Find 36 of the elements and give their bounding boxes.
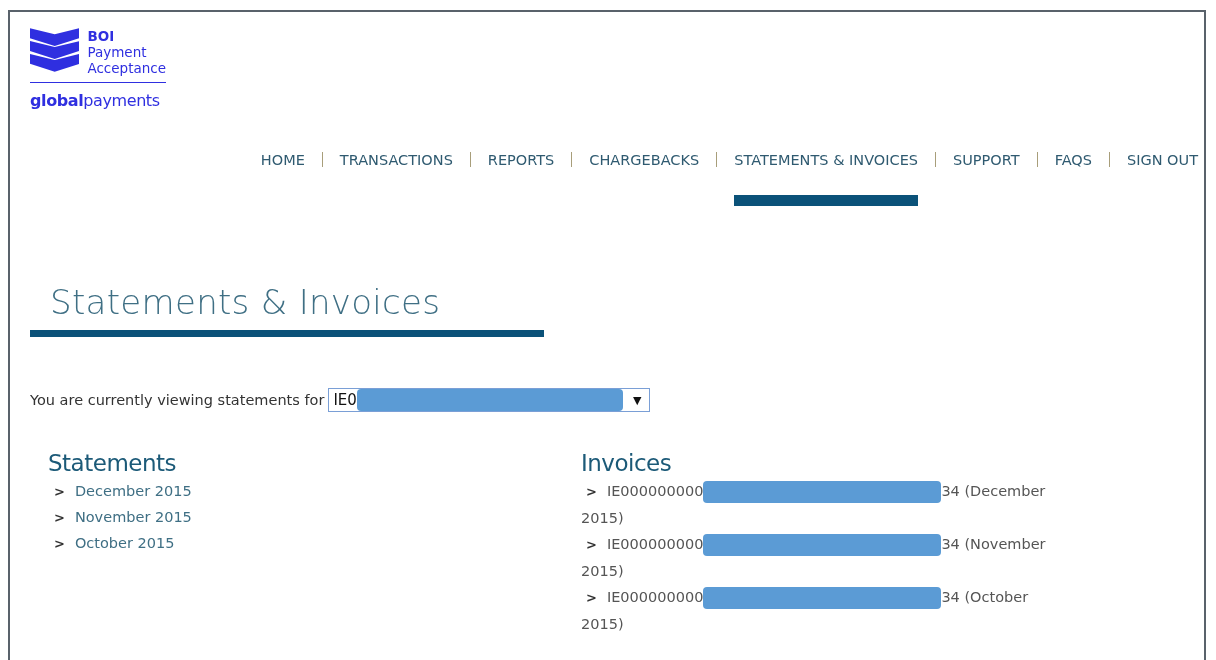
logo-text: Acceptance — [87, 60, 166, 76]
nav-tab[interactable]: SUPPORT — [953, 150, 1020, 206]
section-heading: Statements — [48, 450, 177, 478]
selector-label: You are currently viewing statements for — [30, 392, 325, 408]
invoice-id-prefix: IE000000000 — [606, 536, 704, 552]
invoice-link[interactable]: 34 (December — [941, 483, 1046, 499]
nav-tab[interactable]: REPORTS — [487, 150, 555, 206]
nav-tab[interactable]: SIGN OUT — [1126, 150, 1198, 206]
page-title: Statements & Invoices — [50, 282, 442, 324]
invoice-link[interactable]: 2015) — [581, 616, 624, 632]
statement-link[interactable]: December 2015 — [74, 483, 192, 499]
invoice-link[interactable]: 2015) — [581, 563, 624, 579]
bullet-marker: > — [586, 484, 597, 499]
invoice-id-prefix: IE000000000 — [606, 589, 704, 605]
bullet-marker: > — [586, 537, 597, 552]
nav-tab[interactable]: HOME — [260, 150, 305, 206]
nav-tab[interactable]: STATEMENTS & INVOICES — [734, 150, 919, 206]
nav-tab[interactable]: TRANSACTIONS — [339, 150, 453, 206]
invoice-link[interactable]: 34 (October — [941, 589, 1029, 605]
account-dropdown[interactable]: IE0 ▼ — [328, 388, 651, 412]
nav-tab[interactable]: CHARGEBACKS — [589, 150, 700, 206]
invoice-link[interactable]: 34 (November — [941, 536, 1046, 552]
section-heading: Invoices — [581, 450, 673, 478]
company-logo-text: globalpayments — [30, 91, 161, 110]
invoice-link[interactable]: 2015) — [581, 510, 624, 526]
chevron-logo-icon — [30, 28, 80, 72]
logo-text: Payment — [87, 44, 148, 60]
statement-link[interactable]: November 2015 — [74, 509, 192, 525]
bullet-marker: > — [586, 590, 597, 605]
invoice-id-prefix: IE000000000 — [606, 483, 704, 499]
nav-tab[interactable]: FAQS — [1054, 150, 1092, 206]
statement-link[interactable]: October 2015 — [74, 535, 175, 551]
bullet-marker: > — [54, 509, 65, 525]
bullet-marker: > — [54, 535, 65, 551]
bullet-marker: > — [54, 483, 65, 499]
logo-brand: BOI — [87, 28, 116, 44]
